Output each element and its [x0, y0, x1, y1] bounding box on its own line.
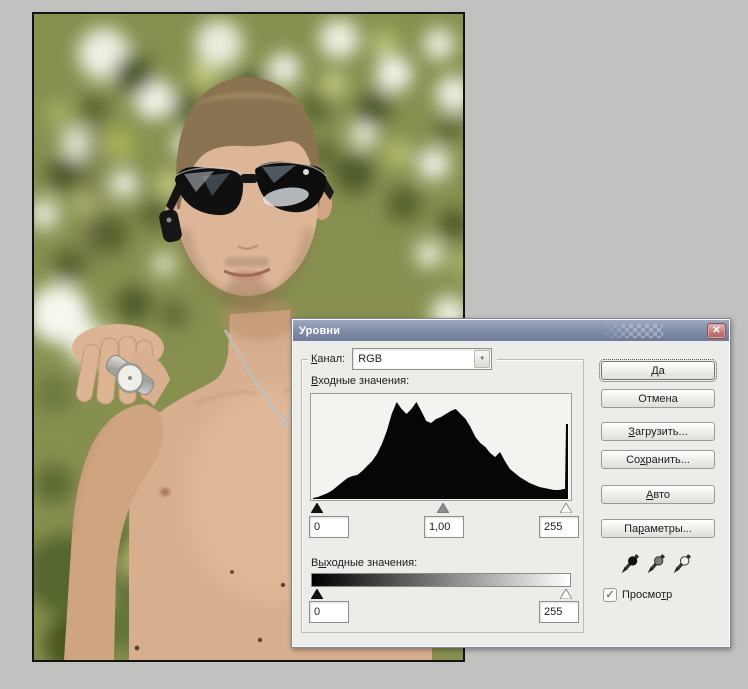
output-levels-label: Выходные значения:: [311, 557, 418, 569]
output-highlight-slider[interactable]: [560, 589, 572, 599]
black-point-eyedropper-icon[interactable]: [617, 552, 641, 578]
levels-dialog: Уровни ✕ Канал: RGB ▼ Входные значения: …: [291, 318, 731, 648]
gray-point-eyedropper-icon[interactable]: [643, 552, 667, 578]
white-point-eyedropper-icon[interactable]: [669, 552, 693, 578]
auto-button[interactable]: Авто: [601, 485, 715, 504]
histogram-box: [310, 393, 572, 501]
chevron-down-icon[interactable]: ▼: [474, 350, 491, 368]
ok-button[interactable]: Да: [599, 359, 717, 382]
dialog-titlebar[interactable]: Уровни ✕: [293, 320, 729, 341]
histogram: [313, 402, 568, 499]
input-highlight-field[interactable]: [539, 516, 579, 538]
input-highlight-slider[interactable]: [560, 503, 572, 513]
output-highlight-field[interactable]: [539, 601, 579, 623]
input-levels-label: Входные значения:: [311, 375, 410, 387]
input-shadow-slider[interactable]: [311, 503, 323, 513]
preview-checkbox[interactable]: ✓: [603, 588, 617, 602]
output-shadow-field[interactable]: [309, 601, 349, 623]
channel-row: Канал: RGB ▼: [308, 348, 498, 370]
output-shadow-slider[interactable]: [311, 589, 323, 599]
input-gamma-slider[interactable]: [437, 503, 449, 513]
load-button[interactable]: Загрузить...: [601, 422, 715, 441]
channel-value: RGB: [358, 353, 383, 365]
options-button[interactable]: Параметры...: [601, 519, 715, 538]
channel-label: Канал:: [311, 353, 346, 365]
close-icon: ✕: [712, 325, 721, 336]
input-gamma-field[interactable]: [424, 516, 464, 538]
channel-select[interactable]: RGB ▼: [352, 348, 493, 370]
cancel-button[interactable]: Отмена: [601, 389, 715, 408]
preview-checkbox-label: Просмотр: [622, 589, 673, 601]
save-button[interactable]: Сохранить...: [601, 450, 715, 469]
dialog-title: Уровни: [299, 324, 341, 337]
close-button[interactable]: ✕: [707, 323, 726, 339]
titlebar-checker-decoration: [601, 324, 663, 338]
input-shadow-field[interactable]: [309, 516, 349, 538]
output-gradient-bar: [311, 573, 571, 587]
